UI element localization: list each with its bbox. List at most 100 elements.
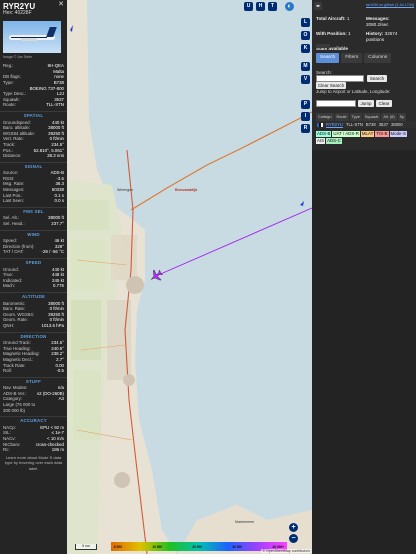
map-button-l[interactable]: L bbox=[301, 18, 310, 27]
map-button-m[interactable]: M bbox=[301, 62, 310, 71]
section-title: FMS SEL bbox=[0, 206, 67, 216]
map-attribution[interactable]: © OpenStreetMap contributors bbox=[261, 549, 311, 553]
map-button-i[interactable]: I bbox=[301, 112, 310, 121]
jump-button[interactable]: Jump bbox=[358, 100, 374, 107]
info-row: Roll: -0.5 bbox=[0, 368, 67, 374]
info-label: Sel. Head.: bbox=[3, 221, 25, 227]
zoom-out-button[interactable]: − bbox=[289, 534, 298, 543]
map-button-v[interactable]: V bbox=[301, 75, 310, 84]
cell-route: TLL-STN bbox=[345, 122, 363, 127]
info-label: Reg.: bbox=[3, 63, 14, 69]
map-view[interactable]: Wieringen Breezanddijk Markermeer U H T … bbox=[67, 0, 312, 554]
aircraft-marker[interactable] bbox=[148, 267, 165, 284]
stats-toggle[interactable] bbox=[316, 44, 330, 48]
column-altitude[interactable]: Alt. (ft) bbox=[381, 113, 397, 121]
settings-icon[interactable]: ◐ bbox=[285, 2, 294, 11]
info-label: Route: bbox=[3, 102, 16, 108]
jump-input[interactable] bbox=[316, 100, 356, 107]
legend-item: MLAT bbox=[360, 131, 375, 137]
section-title: ALTITUDE bbox=[0, 291, 67, 301]
info-row: Sel. Head.: 237.7° bbox=[0, 221, 67, 227]
toolbar-button-u[interactable]: U bbox=[244, 2, 253, 11]
section-title: SIGNAL bbox=[0, 161, 67, 171]
clear-search-button[interactable]: Clear Search bbox=[316, 82, 346, 89]
stat-total: Total Aircraft: 1 bbox=[316, 16, 350, 21]
info-label: QNH: bbox=[3, 322, 14, 328]
column-squawk[interactable]: Squawk bbox=[362, 113, 381, 121]
column-type[interactable]: Type bbox=[349, 113, 362, 121]
map-button-r[interactable]: R bbox=[301, 124, 310, 133]
tab-columns[interactable]: Columns bbox=[364, 53, 392, 63]
section-title: SPEED bbox=[0, 258, 67, 267]
cell-altitude: 38000 bbox=[391, 122, 403, 127]
town-label: Markermeer bbox=[235, 520, 255, 524]
section-title: STUFF bbox=[0, 376, 67, 386]
table-row[interactable]: RYR2YU TLL-STN B738 3537 38000 bbox=[316, 121, 416, 128]
legend-item: AIS bbox=[316, 138, 326, 144]
cell-callsign[interactable]: RYR2YU bbox=[326, 121, 343, 128]
map-button-p[interactable]: P bbox=[301, 100, 310, 109]
close-icon[interactable]: ✕ bbox=[58, 1, 64, 8]
source-legend: ADS-B UAT / ADS-R MLAT TIS-B Mode-S AIS ADS-C bbox=[316, 131, 414, 144]
column-speed[interactable]: Sp bbox=[397, 113, 407, 121]
info-value: -29 / -56 °C bbox=[41, 249, 65, 255]
section-title: ACCURACY bbox=[0, 416, 67, 425]
stat-history: History: 32574 positions bbox=[366, 31, 398, 42]
legend-item: ADS-B bbox=[316, 131, 332, 137]
info-label: TAT / OAT: bbox=[3, 249, 24, 255]
legend-item: TIS-B bbox=[375, 131, 389, 137]
section-title: SPATIAL bbox=[0, 110, 67, 120]
legend-item: Mode-S bbox=[389, 131, 407, 137]
tab-filters[interactable]: Filters bbox=[341, 53, 363, 63]
info-value: 38.3 nmi bbox=[47, 153, 64, 159]
stat-with-position: With Position: 1 bbox=[316, 31, 351, 36]
section-title: DIRECTION bbox=[0, 331, 67, 341]
legend-item: ADS-C bbox=[326, 138, 342, 144]
search-button[interactable]: Search bbox=[367, 75, 387, 82]
cell-squawk: 3537 bbox=[378, 122, 389, 127]
info-value: A3 bbox=[58, 396, 64, 402]
info-label: Distance: bbox=[3, 153, 22, 159]
table-header: Callsign Route Type Squawk Alt. (ft) Sp bbox=[316, 113, 407, 121]
info-value: 1013.6 hPa bbox=[41, 322, 64, 328]
town-label: Breezanddijk bbox=[175, 188, 198, 192]
aircraft-details: Reg.: 9H-QEA Malta DB flags: none Type: B738 BO… bbox=[0, 63, 67, 108]
aircraft-info-panel: RYR2YU Hex: 40228F ✕ Image © Jan Seler R… bbox=[0, 0, 67, 554]
cell-type: B738 bbox=[365, 122, 376, 127]
search-input[interactable] bbox=[316, 75, 364, 82]
info-value: TLL-STN bbox=[46, 102, 64, 108]
column-route[interactable]: Route bbox=[334, 113, 349, 121]
legend-item: UAT / ADS-R bbox=[332, 131, 360, 137]
jump-label: Jump to Airport or Latitude, Longitude: bbox=[316, 89, 391, 94]
info-row: Last Seen: 0.0 s bbox=[0, 198, 67, 204]
info-row: TAT / OAT: -29 / -56 °C bbox=[0, 249, 67, 255]
info-row: Distance: 38.3 nmi bbox=[0, 153, 67, 159]
section-title: WIND bbox=[0, 229, 67, 239]
column-callsign[interactable]: Callsign bbox=[316, 113, 334, 121]
clear-button[interactable]: Clear bbox=[376, 100, 392, 107]
map-button-k[interactable]: K bbox=[301, 44, 310, 53]
info-row: Mach: 0.776 bbox=[0, 283, 67, 289]
aircraft-photo[interactable] bbox=[3, 20, 61, 53]
stats-block: Total Aircraft: 1 Messages: 2080.2/sec Wi… bbox=[316, 16, 414, 52]
aircraft-header: RYR2YU Hex: 40228F ✕ bbox=[0, 0, 67, 19]
panel-toggle-icon[interactable]: ◂▸ bbox=[314, 2, 322, 10]
info-value: 186 m bbox=[51, 447, 64, 453]
version-link[interactable]: tar1090 on github (3 Jul 1744) bbox=[366, 2, 414, 8]
info-label: Rc: bbox=[3, 447, 10, 453]
info-label: Last Seen: bbox=[3, 198, 24, 204]
toolbar-button-h[interactable]: H bbox=[256, 2, 265, 11]
info-value: 0.776 bbox=[53, 283, 64, 289]
aircraft-sections: SPATIAL Groundspeed: 440 kt Baro. altitude:… bbox=[0, 110, 67, 453]
info-label: Mach: bbox=[3, 283, 15, 289]
flag-icon bbox=[317, 122, 323, 127]
zoom-in-button[interactable]: + bbox=[289, 523, 298, 532]
info-value: 237.7° bbox=[51, 221, 64, 227]
info-label: 300 000 lb) bbox=[3, 407, 25, 413]
tab-search[interactable]: Search bbox=[316, 53, 340, 63]
info-row: Route: TLL-STN bbox=[0, 102, 67, 108]
map-button-o[interactable]: O bbox=[301, 31, 310, 40]
footer-note: Learn more about Mode S data type by hov… bbox=[5, 454, 62, 471]
toolbar-button-t[interactable]: T bbox=[268, 2, 277, 11]
info-row: 300 000 lb) bbox=[0, 408, 67, 414]
